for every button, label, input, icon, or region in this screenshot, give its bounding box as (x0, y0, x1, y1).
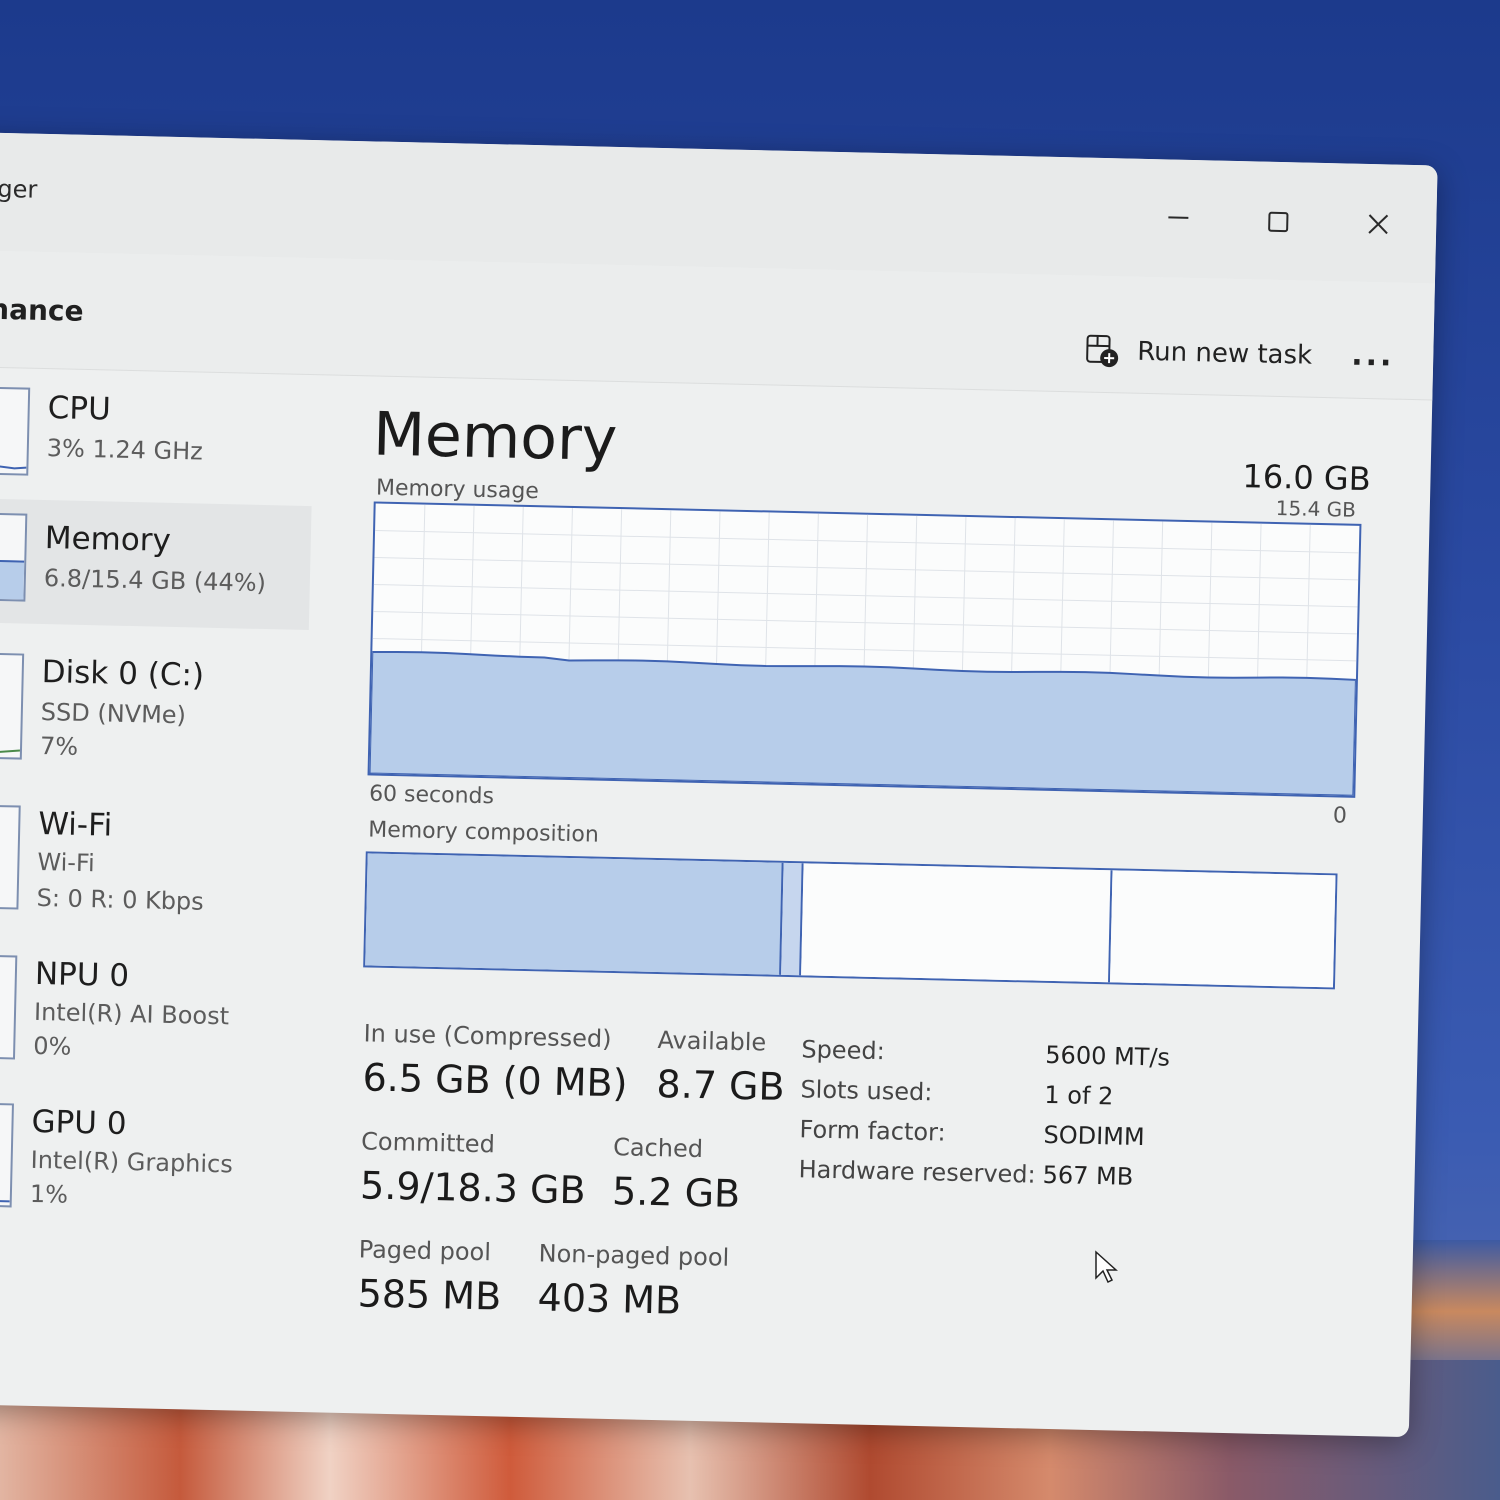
sidebar-item-cpu[interactable]: CPU 3% 1.24 GHz (0, 368, 315, 492)
available-label: Available (657, 1026, 767, 1057)
memory-total: 16.0 GB (1242, 457, 1372, 499)
cpu-thumbnail (0, 385, 31, 476)
time-span-label: 60 seconds (368, 781, 495, 810)
gpu-thumbnail (0, 1101, 14, 1208)
memory-thumbnail (0, 511, 28, 602)
standby-segment (800, 863, 1113, 983)
available-value: 8.7 GB (656, 1062, 786, 1109)
cached-value: 5.2 GB (611, 1169, 741, 1216)
in-use-value: 6.5 GB (0 MB) (362, 1055, 628, 1106)
page-title: mance (0, 292, 84, 328)
free-segment (1110, 870, 1336, 988)
run-task-icon (1086, 334, 1119, 368)
disk-thumbnail (0, 651, 25, 760)
npu-thumbnail (0, 953, 18, 1060)
memory-heading: Memory (372, 399, 618, 475)
cached-label: Cached (612, 1133, 704, 1164)
sidebar-item-label: CPU (47, 390, 112, 428)
paged-pool-label: Paged pool (358, 1235, 492, 1267)
slots-used-label: Slots used: (800, 1075, 933, 1107)
sidebar-item-memory[interactable]: Memory 6.8/15.4 GB (44%) (0, 497, 312, 631)
run-new-task-button[interactable]: Run new task (1085, 334, 1313, 373)
sidebar: CPU 3% 1.24 GHz Memory 6.8/15.4 GB (44%)… (0, 368, 315, 1416)
sidebar-item-label: Disk 0 (C:) (41, 653, 205, 694)
sidebar-item-detail: Intel(R) Graphics (30, 1145, 234, 1179)
sidebar-item-npu[interactable]: NPU 0 Intel(R) AI Boost 0% (0, 940, 302, 1078)
memory-usage-label: Memory usage (375, 475, 540, 505)
app-title: ager (0, 174, 38, 204)
sidebar-item-label: NPU 0 (34, 955, 130, 995)
sidebar-item-detail: 6.8/15.4 GB (44%) (43, 564, 267, 598)
run-new-task-label: Run new task (1136, 336, 1313, 371)
non-paged-pool-value: 403 MB (537, 1275, 682, 1323)
form-factor-value: SODIMM (1043, 1120, 1145, 1152)
modified-segment (781, 862, 804, 976)
form-factor-label: Form factor: (799, 1115, 946, 1147)
wifi-thumbnail (0, 803, 21, 910)
paged-pool-value: 585 MB (357, 1271, 502, 1319)
sidebar-item-label: Wi-Fi (37, 805, 113, 844)
sidebar-item-detail: Intel(R) AI Boost (33, 997, 230, 1031)
memory-usage-max: 15.4 GB (1275, 495, 1357, 522)
hardware-reserved-label: Hardware reserved: (798, 1155, 1036, 1189)
non-paged-pool-label: Non-paged pool (538, 1239, 730, 1272)
in-use-label: In use (Compressed) (363, 1019, 612, 1054)
memory-usage-chart (368, 504, 1359, 797)
speed-value: 5600 MT/s (1045, 1040, 1171, 1072)
memory-composition-bar (363, 851, 1338, 990)
task-manager-window: ager mance Run new task ... CPU 3% 1.24 … (0, 132, 1438, 1438)
speed-label: Speed: (801, 1035, 886, 1066)
more-options-button[interactable]: ... (1351, 338, 1395, 374)
sidebar-item-detail-2: 1% (29, 1179, 69, 1209)
maximize-icon (1268, 211, 1289, 233)
sidebar-item-detail-2: S: 0 R: 0 Kbps (36, 883, 205, 916)
sidebar-item-label: GPU 0 (31, 1103, 127, 1143)
memory-usage-min: 0 (1332, 803, 1348, 829)
sidebar-item-detail-2: 7% (39, 731, 79, 761)
sidebar-item-wifi[interactable]: Wi-Fi Wi-Fi S: 0 R: 0 Kbps (0, 790, 305, 928)
minimize-button[interactable] (1148, 197, 1209, 242)
sidebar-item-gpu[interactable]: GPU 0 Intel(R) Graphics 1% (0, 1088, 298, 1226)
sidebar-item-detail: SSD (NVMe) (40, 697, 187, 730)
committed-label: Committed (360, 1127, 496, 1159)
sidebar-item-detail-2: 0% (32, 1031, 72, 1061)
hardware-reserved-value: 567 MB (1042, 1160, 1134, 1191)
close-icon (1368, 214, 1389, 235)
mouse-pointer-icon (1095, 1250, 1118, 1284)
sidebar-item-label: Memory (44, 520, 172, 559)
memory-composition-label: Memory composition (367, 817, 600, 848)
minimize-icon (1168, 216, 1189, 219)
committed-value: 5.9/18.3 GB (359, 1163, 587, 1213)
sidebar-item-detail: 3% 1.24 GHz (46, 434, 204, 466)
maximize-button[interactable] (1248, 199, 1309, 244)
sidebar-item-disk[interactable]: Disk 0 (C:) SSD (NVMe) 7% (0, 638, 308, 778)
memory-usage-graph (367, 501, 1362, 798)
in-use-segment (365, 853, 784, 975)
slots-used-value: 1 of 2 (1044, 1080, 1114, 1111)
close-button[interactable] (1348, 202, 1409, 247)
sidebar-item-detail: Wi-Fi (37, 847, 96, 878)
